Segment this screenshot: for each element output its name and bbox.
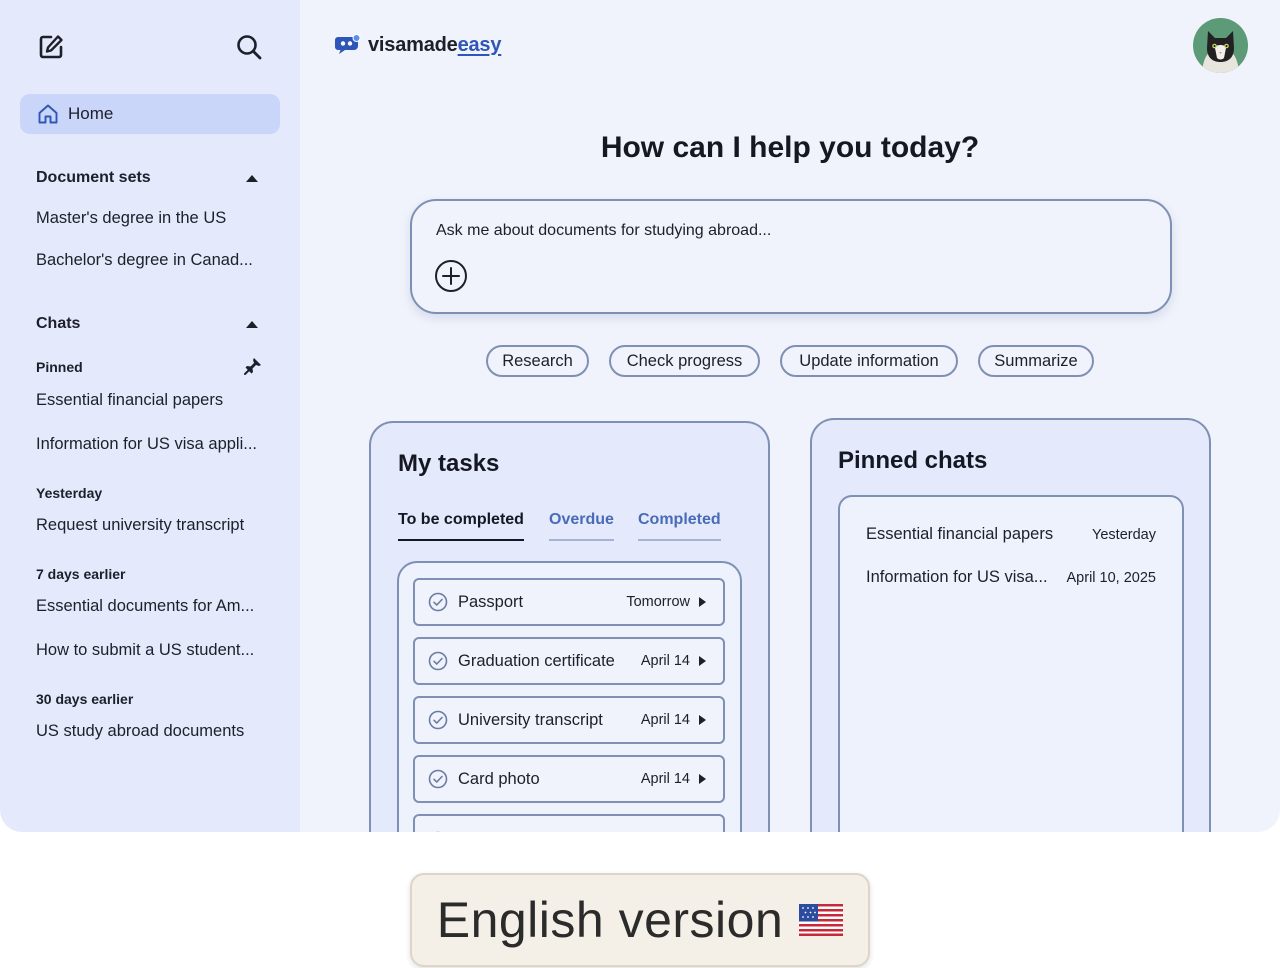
document-set-item[interactable]: Master's degree in the US xyxy=(36,209,226,228)
chat-item[interactable]: Information for US visa appli... xyxy=(36,435,257,454)
check-circle-icon xyxy=(428,592,448,612)
home-icon xyxy=(38,104,58,124)
logo-main: visamade xyxy=(368,33,458,56)
add-attachment-icon[interactable] xyxy=(434,259,468,293)
ask-box xyxy=(410,199,1172,314)
document-sets-header[interactable]: Document sets xyxy=(36,169,264,187)
chat-group-label: Pinned xyxy=(36,359,83,375)
pinned-chat-name: Information for US visa... xyxy=(866,568,1048,586)
task-name: Graduation certificate xyxy=(458,651,615,670)
chat-group-label: Yesterday xyxy=(36,485,103,501)
chip-summarize[interactable]: Summarize xyxy=(978,345,1094,377)
task-due-date: April 14 xyxy=(640,712,690,728)
ask-input[interactable] xyxy=(434,221,1138,241)
app-window: Home Document sets Master's degree in th… xyxy=(0,0,1280,832)
chevron-right-icon xyxy=(699,656,706,666)
collapse-icon xyxy=(246,320,258,328)
logo-text: visamadeeasy xyxy=(368,34,501,57)
task-name: University transcript xyxy=(458,710,603,729)
chat-group-label: 7 days earlier xyxy=(36,566,126,582)
chip-research[interactable]: Research xyxy=(486,345,589,377)
check-circle-icon xyxy=(428,769,448,789)
check-circle-icon xyxy=(435,831,441,832)
pinned-chat-item[interactable]: Information for US visa... April 10, 202… xyxy=(866,568,1156,587)
chat-item[interactable]: How to submit a US student... xyxy=(36,641,254,660)
chevron-right-icon xyxy=(699,597,706,607)
task-item[interactable]: University transcript April 14 xyxy=(413,696,725,744)
search-button[interactable] xyxy=(232,30,266,64)
section-title: Document sets xyxy=(36,169,151,186)
page-title: How can I help you today? xyxy=(600,131,980,164)
tab-completed[interactable]: Completed xyxy=(638,511,721,541)
app-logo[interactable]: visamadeeasy xyxy=(334,33,501,57)
chat-item[interactable]: Request university transcript xyxy=(36,516,244,535)
sidebar-item-label: Home xyxy=(68,104,114,123)
task-due-date: April 14 xyxy=(640,771,690,787)
chat-group-label: 30 days earlier xyxy=(36,691,134,707)
chevron-right-icon xyxy=(699,774,706,784)
badge-text: English version xyxy=(436,892,784,948)
pinned-chat-date: April 10, 2025 xyxy=(1066,570,1156,586)
chat-bot-icon xyxy=(335,34,361,54)
logo-accent: easy xyxy=(457,33,502,56)
task-name: Passport xyxy=(458,592,524,611)
search-icon xyxy=(237,35,262,60)
tab-overdue[interactable]: Overdue xyxy=(549,511,614,541)
sidebar: Home Document sets Master's degree in th… xyxy=(0,0,300,832)
cat-avatar-icon xyxy=(1193,18,1248,73)
document-set-item[interactable]: Bachelor's degree in Canad... xyxy=(36,251,253,270)
avatar[interactable] xyxy=(1193,18,1248,73)
new-chat-button[interactable] xyxy=(34,30,68,64)
task-due-date: Tomorrow xyxy=(626,594,690,610)
check-circle-icon xyxy=(428,710,448,730)
collapse-icon xyxy=(246,174,258,182)
check-circle-icon xyxy=(428,651,448,671)
section-title: Chats xyxy=(36,315,81,332)
pinned-chat-name: Essential financial papers xyxy=(866,525,1054,543)
language-badge: English version xyxy=(410,873,870,967)
chat-item[interactable]: Essential documents for Am... xyxy=(36,597,254,616)
chevron-right-icon xyxy=(699,715,706,725)
sidebar-item-home[interactable]: Home xyxy=(20,94,280,134)
us-flag-icon xyxy=(799,904,844,936)
edit-icon xyxy=(39,35,63,59)
task-item[interactable]: Passport Tomorrow xyxy=(413,578,725,626)
chip-check-progress[interactable]: Check progress xyxy=(609,345,760,377)
panel-title: Pinned chats xyxy=(838,447,988,474)
panel-title: My tasks xyxy=(398,450,500,477)
task-item-partial[interactable] xyxy=(413,814,725,832)
task-due-date: April 14 xyxy=(640,653,690,669)
task-name: Card photo xyxy=(458,769,540,788)
task-item[interactable]: Card photo April 14 xyxy=(413,755,725,803)
pinned-chat-date: Yesterday xyxy=(1092,527,1156,543)
pinned-chat-list xyxy=(838,495,1184,832)
pin-icon xyxy=(244,358,261,375)
tab-to-be-completed[interactable]: To be completed xyxy=(398,511,524,541)
chat-item[interactable]: US study abroad documents xyxy=(36,722,244,741)
task-item[interactable]: Graduation certificate April 14 xyxy=(413,637,725,685)
chip-update-information[interactable]: Update information xyxy=(780,345,958,377)
chats-header[interactable]: Chats xyxy=(36,315,264,333)
pinned-chat-item[interactable]: Essential financial papers Yesterday xyxy=(866,525,1156,544)
chat-item[interactable]: Essential financial papers xyxy=(36,391,223,410)
